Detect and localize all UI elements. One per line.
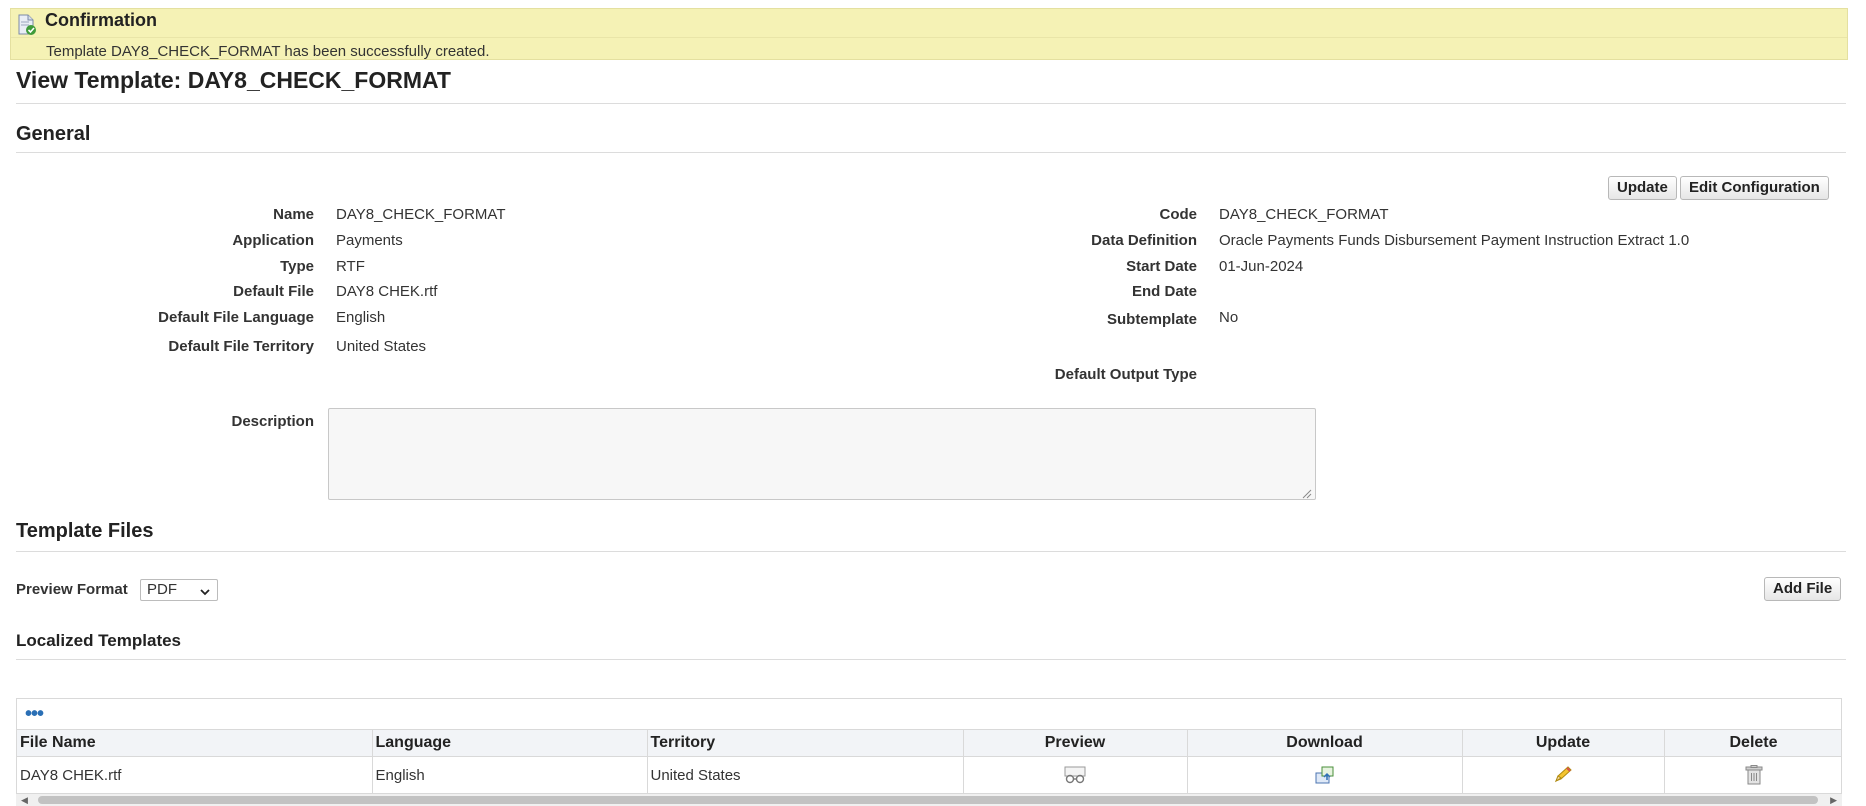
confirmation-message: Template DAY8_CHECK_FORMAT has been succ… bbox=[46, 43, 490, 60]
divider bbox=[11, 37, 1847, 38]
update-button[interactable]: Update bbox=[1608, 176, 1677, 200]
data-definition-value: Oracle Payments Funds Disbursement Payme… bbox=[1219, 232, 1690, 249]
start-date-value: 01-Jun-2024 bbox=[1219, 258, 1304, 275]
end-date-label: End Date bbox=[1131, 283, 1197, 300]
default-file-language-value: English bbox=[336, 309, 386, 326]
cell-language: English bbox=[372, 756, 648, 794]
column-header-language[interactable]: Language bbox=[372, 729, 648, 757]
column-header-file-name[interactable]: File Name bbox=[17, 729, 373, 757]
confirmation-banner: Confirmation Template DAY8_CHECK_FORMAT … bbox=[10, 8, 1848, 60]
table-row: DAY8 CHEK.rtf English United States bbox=[17, 756, 1841, 794]
scrollbar-thumb[interactable] bbox=[38, 796, 1818, 804]
section-heading-localized-templates: Localized Templates bbox=[16, 631, 182, 650]
column-header-delete: Delete bbox=[1664, 729, 1841, 757]
name-label: Name bbox=[273, 206, 314, 223]
column-header-update: Update bbox=[1462, 729, 1665, 757]
cell-preview bbox=[963, 756, 1188, 794]
pencil-icon[interactable] bbox=[1552, 766, 1574, 783]
start-date-label: Start Date bbox=[1126, 258, 1197, 275]
data-definition-label: Data Definition bbox=[1091, 232, 1197, 249]
chevron-down-icon bbox=[199, 584, 211, 596]
divider bbox=[16, 103, 1846, 104]
description-label: Description bbox=[231, 413, 314, 430]
cell-file-name: DAY8 CHEK.rtf bbox=[17, 756, 373, 794]
code-label: Code bbox=[1159, 206, 1198, 223]
code-value: DAY8_CHECK_FORMAT bbox=[1219, 206, 1389, 223]
name-value: DAY8_CHECK_FORMAT bbox=[336, 206, 506, 223]
section-heading-general: General bbox=[16, 123, 91, 145]
add-file-button[interactable]: Add File bbox=[1764, 577, 1842, 601]
description-field[interactable] bbox=[328, 408, 1316, 500]
default-file-territory-value: United States bbox=[336, 338, 427, 355]
preview-format-select[interactable]: PDF bbox=[140, 579, 218, 601]
page-title: View Template: DAY8_CHECK_FORMAT bbox=[16, 67, 451, 93]
preview-format-label: Preview Format bbox=[16, 581, 128, 598]
default-file-label: Default File bbox=[233, 283, 314, 300]
column-header-territory[interactable]: Territory bbox=[647, 729, 964, 757]
column-header-preview: Preview bbox=[963, 729, 1188, 757]
document-check-icon bbox=[17, 14, 39, 36]
cell-update bbox=[1462, 756, 1665, 794]
confirmation-title: Confirmation bbox=[45, 10, 157, 30]
horizontal-scrollbar[interactable]: ◀ ▶ bbox=[16, 794, 1842, 806]
divider bbox=[16, 659, 1846, 660]
scroll-right-arrow-icon[interactable]: ▶ bbox=[1830, 795, 1837, 806]
trash-icon[interactable] bbox=[1745, 765, 1763, 785]
type-value: RTF bbox=[336, 258, 365, 275]
localized-templates-table: ••• File Name Language Territory Preview… bbox=[16, 698, 1842, 806]
default-file-value: DAY8 CHEK.rtf bbox=[336, 283, 438, 300]
download-icon[interactable] bbox=[1314, 766, 1336, 784]
preview-format-value: PDF bbox=[147, 581, 177, 598]
cell-download bbox=[1187, 756, 1463, 794]
subtemplate-label: Subtemplate bbox=[1106, 311, 1197, 328]
divider bbox=[16, 551, 1846, 552]
table-header-row: File Name Language Territory Preview Dow… bbox=[17, 729, 1841, 757]
default-file-territory-label: Default File Territory bbox=[168, 338, 314, 355]
column-header-download: Download bbox=[1187, 729, 1463, 757]
table-toolbar: ••• bbox=[17, 699, 1841, 729]
more-dots-icon[interactable]: ••• bbox=[25, 704, 44, 724]
default-output-type-label: Default Output Type bbox=[1054, 366, 1197, 383]
edit-configuration-button[interactable]: Edit Configuration bbox=[1680, 176, 1829, 200]
default-file-language-label: Default File Language bbox=[158, 309, 314, 326]
divider bbox=[16, 152, 1846, 153]
type-label: Type bbox=[280, 258, 314, 275]
application-label: Application bbox=[232, 232, 314, 249]
resize-grip-icon[interactable] bbox=[1302, 486, 1312, 499]
cell-delete bbox=[1664, 756, 1841, 794]
cell-territory: United States bbox=[647, 756, 964, 794]
preview-glasses-icon[interactable] bbox=[1064, 766, 1086, 784]
section-heading-template-files: Template Files bbox=[16, 520, 154, 542]
scroll-left-arrow-icon[interactable]: ◀ bbox=[21, 795, 28, 806]
application-value: Payments bbox=[336, 232, 403, 249]
subtemplate-value: No bbox=[1219, 309, 1239, 326]
